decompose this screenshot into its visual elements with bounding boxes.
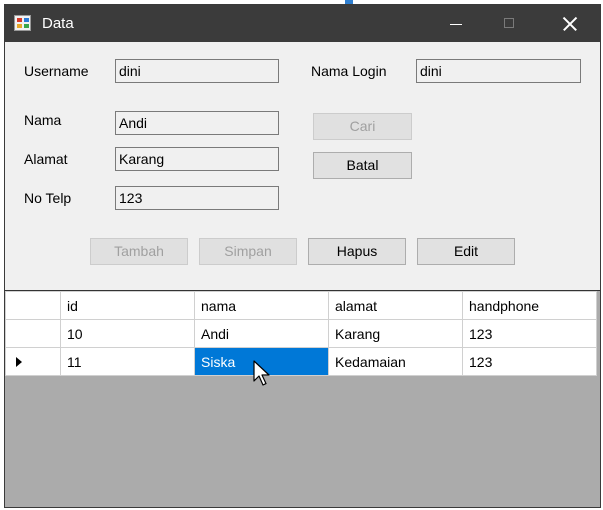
close-icon[interactable]: [547, 5, 593, 42]
column-header-nama[interactable]: nama: [194, 291, 329, 320]
tambah-button[interactable]: Tambah: [90, 238, 188, 265]
data-grid[interactable]: id nama alamat handphone 10 Andi Karang …: [5, 290, 600, 507]
window-title: Data: [42, 15, 74, 32]
cell-id[interactable]: 11: [60, 347, 195, 376]
table-row[interactable]: 10 Andi Karang 123: [5, 319, 597, 348]
no-telp-field[interactable]: [115, 186, 279, 210]
nama-label: Nama: [24, 112, 62, 128]
cell-handphone[interactable]: 123: [462, 319, 597, 348]
grid-header-row: id nama alamat handphone: [5, 291, 597, 320]
data-grid-table: id nama alamat handphone 10 Andi Karang …: [5, 291, 597, 376]
alamat-label: Alamat: [24, 151, 68, 167]
column-header-id[interactable]: id: [60, 291, 195, 320]
cell-id[interactable]: 10: [60, 319, 195, 348]
nama-login-label: Nama Login: [311, 63, 387, 79]
table-row[interactable]: 11 Siska Kedamaian 123: [5, 347, 597, 376]
title-bar[interactable]: Data: [5, 5, 600, 42]
column-header-handphone[interactable]: handphone: [462, 291, 597, 320]
edit-button[interactable]: Edit: [417, 238, 515, 265]
nama-login-field[interactable]: [416, 59, 581, 83]
row-header-cell[interactable]: [5, 319, 61, 348]
batal-button[interactable]: Batal: [313, 152, 412, 179]
no-telp-label: No Telp: [24, 190, 72, 206]
alamat-field[interactable]: [115, 147, 279, 171]
app-icon: [14, 15, 31, 31]
mouse-pointer-icon: [253, 360, 270, 386]
row-header-cell[interactable]: [5, 347, 61, 376]
username-label: Username: [24, 63, 89, 79]
cell-nama[interactable]: Andi: [194, 319, 329, 348]
grid-corner-cell[interactable]: [5, 291, 61, 320]
username-field[interactable]: [115, 59, 279, 83]
cell-handphone[interactable]: 123: [462, 347, 597, 376]
data-window: Data Username Nama Login Nama Alamat No …: [4, 4, 601, 508]
simpan-button[interactable]: Simpan: [199, 238, 297, 265]
current-row-arrow-icon: [16, 357, 22, 367]
maximize-icon: [487, 5, 533, 42]
cari-button[interactable]: Cari: [313, 113, 412, 140]
column-header-alamat[interactable]: alamat: [328, 291, 463, 320]
hapus-button[interactable]: Hapus: [308, 238, 406, 265]
cell-alamat[interactable]: Kedamaian: [328, 347, 463, 376]
minimize-icon[interactable]: [433, 5, 479, 42]
cell-alamat[interactable]: Karang: [328, 319, 463, 348]
nama-field[interactable]: [115, 111, 279, 135]
